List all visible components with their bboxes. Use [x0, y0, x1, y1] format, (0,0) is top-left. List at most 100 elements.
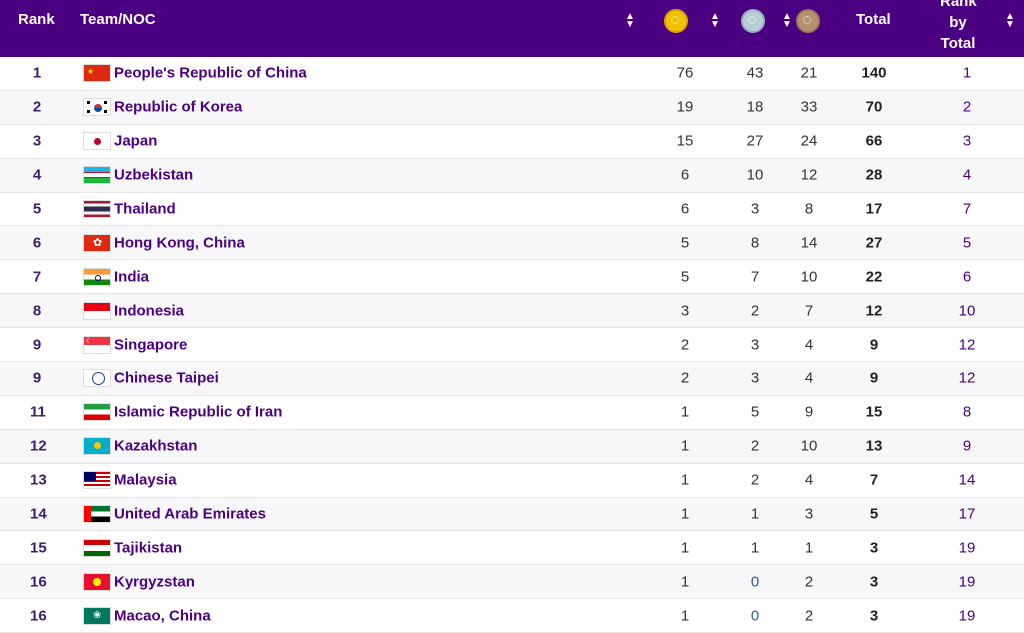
total-count-cell: 27	[865, 234, 883, 252]
total-count-cell: 22	[865, 268, 883, 286]
rank-by-total-cell: 3	[962, 132, 972, 150]
table-row[interactable]: 11 Islamic Republic of Iran 1 5 9 15 8	[0, 395, 1024, 430]
medal-table: Rank Team/NOC ▲ ▼ ▲ ▼ ▲ ▼ Total Rank by Tot…	[0, 0, 1024, 633]
bronze-count-cell: 1	[804, 539, 814, 557]
team-name-link[interactable]: Hong Kong, China	[114, 234, 245, 251]
team-name-link[interactable]: People's Republic of China	[114, 65, 307, 82]
rank-by-total-cell: 2	[962, 98, 972, 116]
team-name-link[interactable]: Republic of Korea	[114, 99, 242, 116]
silver-count-cell: 8	[750, 234, 760, 252]
bronze-medal-icon[interactable]	[796, 9, 820, 33]
table-row[interactable]: 16 Kyrgyzstan 1 0 2 3 19	[0, 565, 1024, 600]
gold-count-cell: 6	[680, 166, 690, 184]
silver-count-cell: 43	[746, 64, 764, 82]
team-name-link[interactable]: India	[114, 268, 149, 285]
gold-count-cell: 1	[680, 505, 690, 523]
team-name-link[interactable]: Kazakhstan	[114, 438, 197, 455]
table-row[interactable]: 8 Indonesia 3 2 7 12 10	[0, 294, 1024, 329]
total-count-cell: 12	[865, 302, 883, 320]
table-row[interactable]: 9 ☾ Singapore 2 3 4 9 12	[0, 328, 1024, 363]
thailand-flag-icon	[83, 200, 111, 218]
bronze-count-cell: 3	[804, 505, 814, 523]
rank-by-total-cell: 4	[962, 166, 972, 184]
tajikistan-flag-icon	[83, 538, 111, 557]
bronze-count-cell: 7	[804, 302, 814, 320]
korea-flag-icon	[83, 98, 111, 117]
rank-by-total-line2: by	[949, 14, 967, 31]
rank-by-total-cell: 12	[958, 369, 976, 387]
silver-count-cell: 1	[750, 539, 760, 557]
gold-sort-icon[interactable]: ▲ ▼	[710, 12, 720, 30]
silver-count-cell: 2	[750, 471, 760, 489]
table-row[interactable]: 14 United Arab Emirates 1 1 3 5 17	[0, 497, 1024, 532]
rank-cell: 8	[32, 302, 42, 320]
team-name-link[interactable]: Malaysia	[114, 472, 177, 489]
silver-sort-icon[interactable]: ▲ ▼	[782, 12, 792, 30]
rank-cell: 6	[32, 234, 42, 252]
team-column-header[interactable]: Team/NOC	[80, 11, 156, 28]
bronze-count-cell: 14	[800, 234, 818, 252]
rank-cell: 11	[30, 403, 46, 421]
rank-by-total-column-header[interactable]: Rank by Total	[940, 0, 977, 54]
bronze-count-cell: 4	[804, 471, 814, 489]
table-row[interactable]: 2 Republic of Korea 19 18 33 70 2	[0, 90, 1024, 125]
total-count-cell: 17	[865, 200, 883, 218]
table-row[interactable]: 1 ★ People's Republic of China 76 43 21 …	[0, 57, 1024, 91]
table-row[interactable]: 15 Tajikistan 1 1 1 3 19	[0, 531, 1024, 566]
rank-by-total-cell: 9	[962, 437, 972, 455]
rank-by-total-sort-icon[interactable]: ▲ ▼	[1005, 12, 1015, 30]
table-row[interactable]: 7 India 5 7 10 22 6	[0, 260, 1024, 295]
total-column-header[interactable]: Total	[856, 11, 891, 28]
silver-count-cell: 7	[750, 268, 760, 286]
total-count-cell: 7	[869, 471, 879, 489]
team-name-link[interactable]: Thailand	[114, 201, 176, 218]
silver-count-cell: 1	[750, 505, 760, 523]
table-row[interactable]: 4 Uzbekistan 6 10 12 28 4	[0, 158, 1024, 193]
team-name-link[interactable]: Japan	[114, 133, 157, 150]
gold-count-cell: 6	[680, 200, 690, 218]
rank-column-header[interactable]: Rank	[18, 11, 55, 28]
team-name-link[interactable]: Uzbekistan	[114, 167, 193, 184]
table-row[interactable]: 9 Chinese Taipei 2 3 4 9 12	[0, 362, 1024, 396]
rank-by-total-cell: 10	[958, 302, 976, 320]
silver-count-cell: 10	[746, 166, 764, 184]
gold-count-cell: 1	[680, 437, 690, 455]
bronze-count-cell: 8	[804, 200, 814, 218]
india-flag-icon	[83, 267, 111, 286]
rank-by-total-cell: 14	[958, 471, 976, 489]
bronze-count-cell: 4	[804, 369, 814, 387]
silver-medal-icon[interactable]	[741, 9, 765, 33]
team-sort-icon[interactable]: ▲ ▼	[625, 12, 635, 30]
rank-by-total-cell: 5	[962, 234, 972, 252]
team-name-link[interactable]: United Arab Emirates	[114, 506, 266, 523]
team-name-link[interactable]: Islamic Republic of Iran	[114, 404, 282, 421]
rank-cell: 2	[32, 98, 42, 116]
total-count-cell: 13	[865, 437, 883, 455]
team-name-link[interactable]: Chinese Taipei	[114, 370, 219, 387]
gold-count-cell: 76	[676, 64, 694, 82]
rank-cell: 1	[32, 64, 42, 82]
table-row[interactable]: 16 ❀ Macao, China 1 0 2 3 19	[0, 599, 1024, 633]
rank-by-total-cell: 7	[962, 200, 972, 218]
team-name-link[interactable]: Tajikistan	[114, 539, 182, 556]
silver-count-cell: 3	[750, 200, 760, 218]
rank-by-total-cell: 17	[958, 505, 976, 523]
table-row[interactable]: 12 Kazakhstan 1 2 10 13 9	[0, 429, 1024, 464]
total-count-cell: 5	[869, 505, 879, 523]
gold-count-cell: 15	[676, 132, 694, 150]
china-flag-icon: ★	[83, 64, 111, 83]
silver-count-cell: 18	[746, 98, 764, 116]
bronze-count-cell: 4	[804, 336, 814, 354]
team-name-link[interactable]: Kyrgyzstan	[114, 573, 195, 590]
gold-medal-icon[interactable]	[664, 9, 688, 33]
team-name-link[interactable]: Singapore	[114, 336, 187, 353]
table-row[interactable]: 3 Japan 15 27 24 66 3	[0, 124, 1024, 159]
silver-count-cell: 5	[750, 403, 760, 421]
indonesia-flag-icon	[83, 301, 111, 320]
rank-by-total-line1: Rank	[940, 0, 977, 10]
table-row[interactable]: 6 ✿ Hong Kong, China 5 8 14 27 5	[0, 226, 1024, 261]
table-row[interactable]: 13 Malaysia 1 2 4 7 14	[0, 463, 1024, 498]
table-row[interactable]: 5 Thailand 6 3 8 17 7	[0, 192, 1024, 227]
team-name-link[interactable]: Indonesia	[114, 302, 184, 319]
silver-count-cell: 3	[750, 336, 760, 354]
